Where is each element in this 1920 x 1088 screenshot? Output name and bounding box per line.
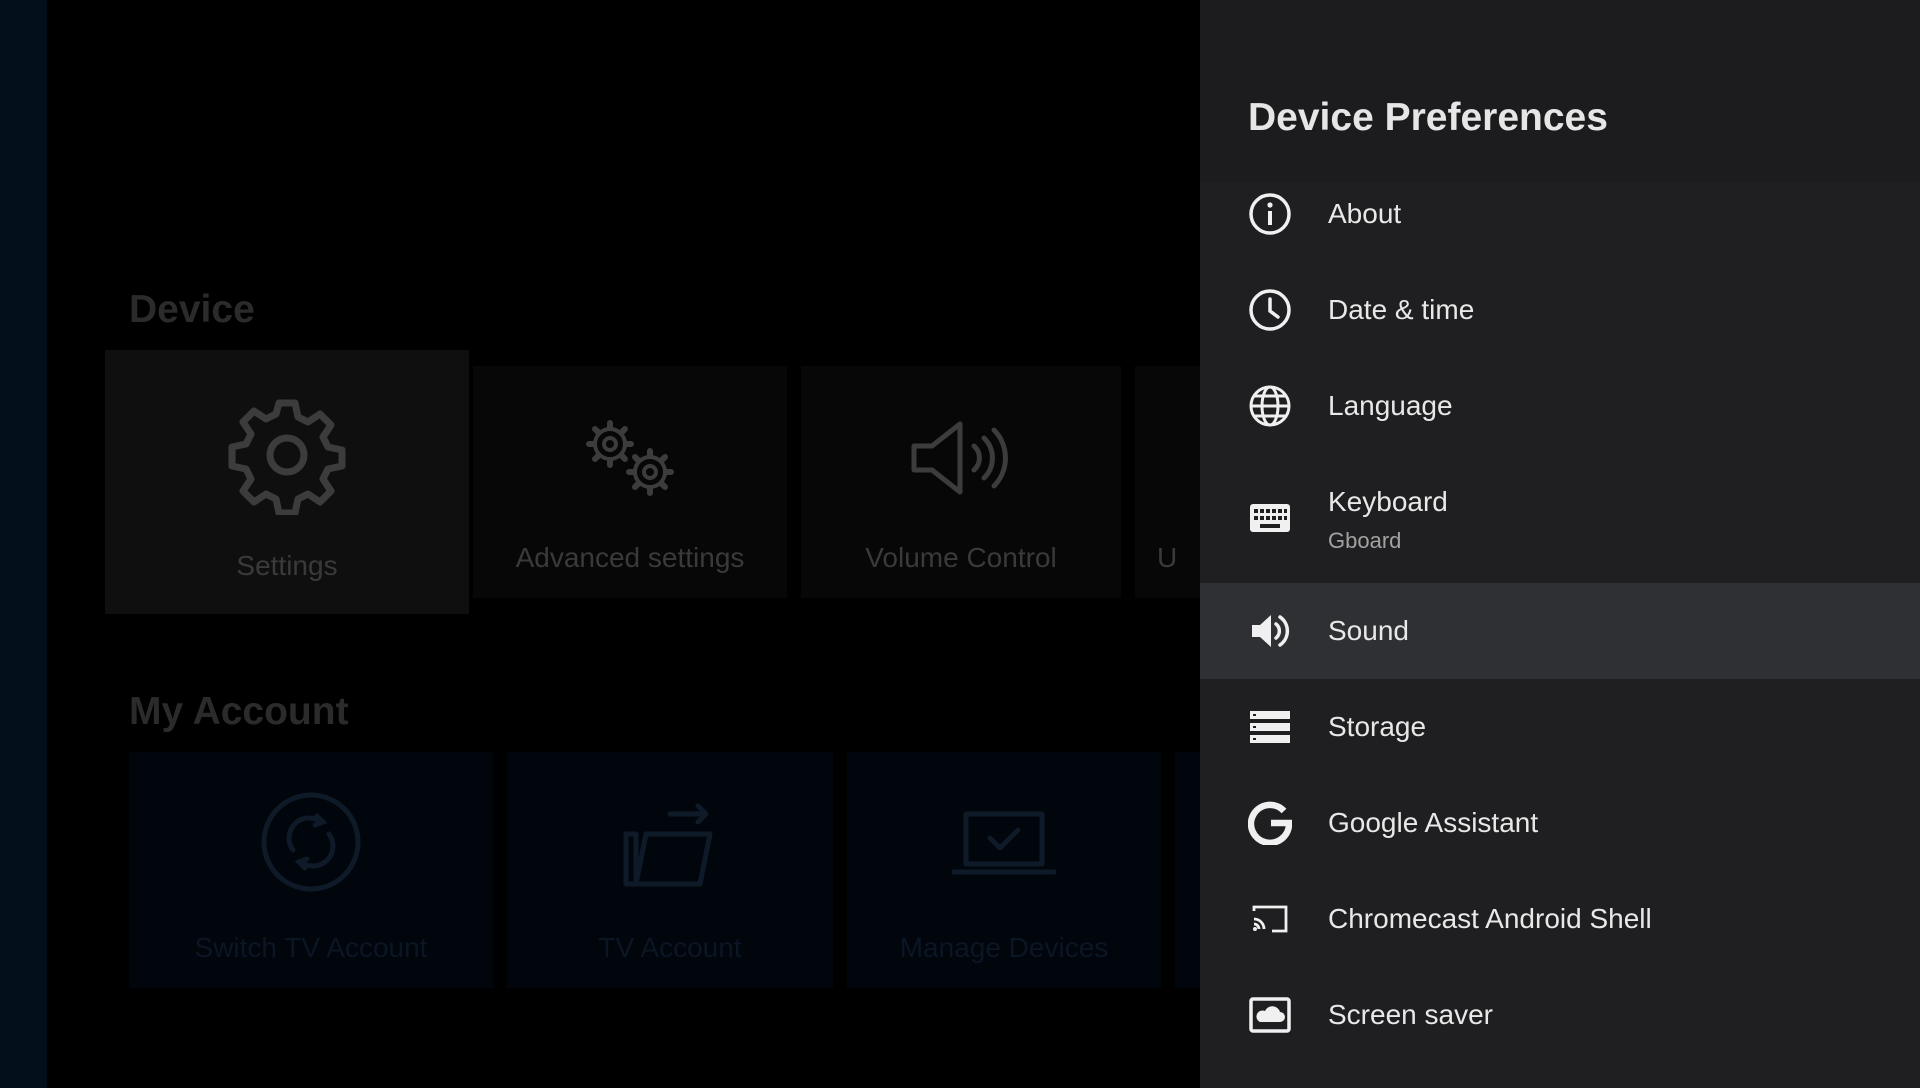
tile-label: Switch TV Account [194, 932, 428, 963]
tile-label: Volume Control [865, 542, 1057, 573]
tile-switch-tv-account[interactable]: Switch TV Account [129, 752, 493, 988]
menu-item-label: Language [1328, 390, 1453, 421]
menu-item-sublabel: Gboard [1328, 528, 1402, 553]
tile-label: TV Account [598, 932, 742, 963]
tile-label: Advanced settings [515, 542, 745, 573]
cast-icon [1252, 905, 1288, 933]
menu-item-date-time[interactable]: Date & time [1200, 262, 1920, 358]
device-preferences-panel: Device Preferences About Date & time Lan… [1200, 0, 1920, 1088]
section-title-device: Device [129, 288, 255, 331]
gear-icon [228, 399, 346, 515]
menu-item-about[interactable]: About [1200, 166, 1920, 262]
screen-saver-icon [1249, 997, 1291, 1033]
tile-label: U [1157, 542, 1178, 573]
menu-item-language[interactable]: Language [1200, 358, 1920, 454]
gears-icon [586, 420, 674, 496]
menu-item-keyboard[interactable]: Keyboard Gboard [1200, 454, 1920, 582]
globe-icon [1249, 385, 1291, 427]
menu-item-label: Chromecast Android Shell [1328, 903, 1652, 934]
section-title-my-account: My Account [129, 690, 349, 733]
menu-item-label: Sound [1328, 615, 1409, 646]
menu-item-google-assistant[interactable]: Google Assistant [1200, 775, 1920, 871]
menu-item-label: Screen saver [1328, 999, 1493, 1030]
clock-icon [1249, 289, 1291, 331]
tile-volume-control[interactable]: Volume Control [801, 366, 1121, 598]
menu-item-label: Google Assistant [1328, 807, 1539, 838]
menu-item-label: Keyboard [1328, 486, 1448, 517]
panel-header: Device Preferences [1200, 0, 1920, 182]
tile-manage-devices[interactable]: Manage Devices [847, 752, 1161, 988]
tv-account-icon [623, 803, 713, 887]
volume-icon [1252, 615, 1290, 647]
tile-partial-account[interactable] [1175, 752, 1200, 988]
tile-advanced-settings[interactable]: Advanced settings [473, 366, 787, 598]
menu-item-label: Date & time [1328, 294, 1475, 325]
tile-settings[interactable]: Settings [105, 350, 469, 614]
storage-icon [1250, 711, 1290, 743]
tile-label: Settings [236, 550, 338, 581]
menu-item-storage[interactable]: Storage [1200, 679, 1920, 775]
tile-label: Manage Devices [899, 932, 1109, 963]
menu-item-label: Storage [1328, 711, 1427, 742]
left-edge-strip [0, 0, 47, 1088]
tile-partial[interactable]: U [1135, 366, 1200, 598]
menu-item-chromecast-android-shell[interactable]: Chromecast Android Shell [1200, 871, 1920, 967]
menu-item-screen-saver[interactable]: Screen saver [1200, 967, 1920, 1063]
info-icon [1249, 193, 1291, 235]
switch-account-icon [261, 792, 361, 892]
menu-item-label: About [1328, 198, 1402, 229]
keyboard-icon [1250, 504, 1290, 532]
menu-item-sound[interactable]: Sound [1200, 583, 1920, 679]
background-settings-screen: Device Settings Advanced settings Volume… [47, 0, 1200, 1088]
panel-title: Device Preferences [1248, 96, 1608, 139]
laptop-check-icon [952, 811, 1056, 875]
tile-tv-account[interactable]: TV Account [507, 752, 833, 988]
google-icon [1248, 801, 1292, 845]
speaker-icon [911, 421, 1008, 495]
